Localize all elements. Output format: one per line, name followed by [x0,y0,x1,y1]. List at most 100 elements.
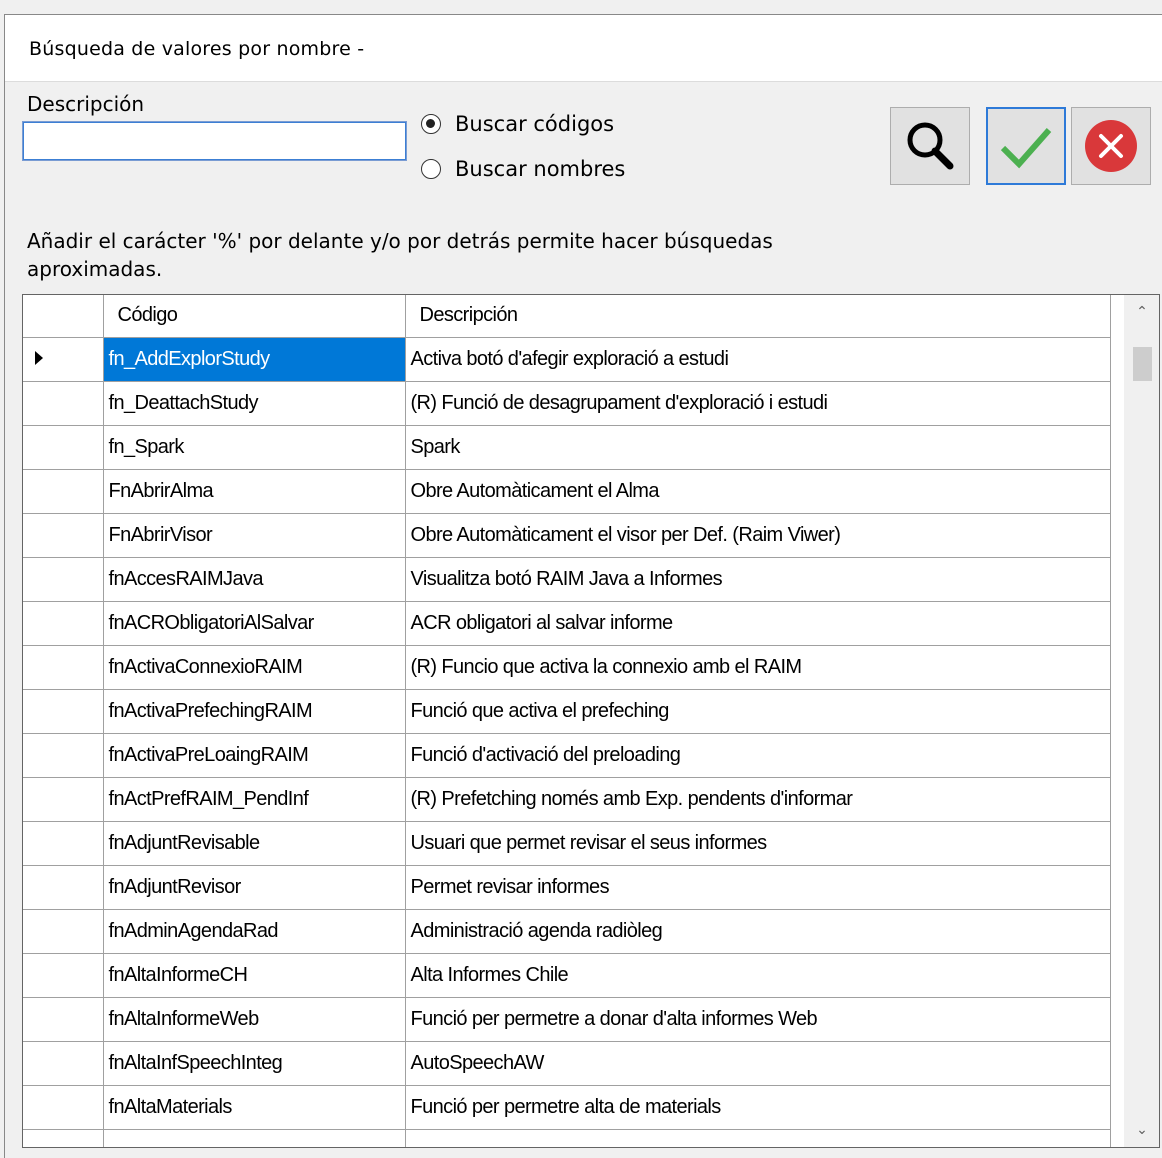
cell-code[interactable]: fnAltaInformeWeb [103,997,406,1042]
magnifier-icon [907,122,954,170]
row-header[interactable] [23,689,104,734]
cell-code[interactable]: fnAdjuntRevisor [103,865,406,910]
cell-description[interactable]: Obre Automàticament el visor per Def. (R… [405,513,1111,558]
row-header[interactable] [23,425,104,470]
cell-code[interactable]: fnAccesRAIMJava [103,557,406,602]
table-row[interactable]: fnActivaPrefechingRAIM Funció que activa … [23,689,1111,734]
row-header[interactable] [23,337,104,382]
row-header[interactable] [23,1041,104,1086]
row-header[interactable] [23,557,104,602]
results-table: Código Descripción fn_AddExplorStudy Acti… [23,295,1111,1147]
cell-description[interactable]: Funció per permetre a donar d'alta infor… [405,997,1111,1042]
radio-indicator-unchecked[interactable] [421,159,441,179]
search-button[interactable] [890,107,970,185]
cell-code[interactable]: fnAdjuntRevisable [103,821,406,866]
cancel-icon [1085,120,1137,172]
cell-code[interactable]: fn_DeattachStudy [103,381,406,426]
row-header[interactable] [23,909,104,954]
row-header[interactable] [23,469,104,514]
radio-indicator-checked[interactable] [421,114,441,134]
results-grid[interactable]: Código Descripción fn_AddExplorStudy Acti… [22,294,1160,1148]
cancel-button[interactable] [1071,107,1151,185]
cell-description[interactable]: AutoSpeechAW [405,1041,1111,1086]
row-header[interactable] [23,733,104,778]
row-header[interactable] [23,645,104,690]
row-header[interactable] [23,513,104,558]
cell-code[interactable]: fnActivaConnexioRAIM [103,645,406,690]
search-hint: Añadir el carácter '%' por delante y/o p… [27,229,773,281]
cell-code[interactable]: fn_Spark [103,425,406,470]
cell-code[interactable]: FnAbrirVisor [103,513,406,558]
cell-description[interactable]: Visualitza botó RAIM Java a Informes [405,557,1111,602]
cell-description[interactable]: (R) Prefetching només amb Exp. pendents … [405,777,1111,822]
scroll-down-arrow-icon[interactable]: ⌄ [1125,1113,1159,1147]
window-title: Búsqueda de valores por nombre - [29,38,365,60]
cell-description[interactable]: Alta Informes Chile [405,953,1111,998]
radio-search-names[interactable]: Buscar nombres [421,157,625,181]
scroll-thumb[interactable] [1133,347,1152,381]
cell-description[interactable]: Funció que activa el prefeching [405,689,1111,734]
radio-search-names-label: Buscar nombres [455,157,626,181]
column-header-code[interactable]: Código [103,295,406,338]
table-row[interactable]: fnAdjuntRevisable Usuari que permet revis… [23,821,1111,866]
cell-description[interactable]: Permet revisar informes [405,865,1111,910]
table-row[interactable]: fn_Spark Spark [23,425,1111,470]
cell-description[interactable]: Administració agenda radiòleg [405,909,1111,954]
row-header[interactable] [23,601,104,646]
row-header[interactable] [23,1129,104,1147]
row-header[interactable] [23,997,104,1042]
table-row[interactable]: fn_AddExplorStudy Activa botó d'afegir ex… [23,337,1111,382]
table-row[interactable]: fnActivaPreLoaingRAIM Funció d'activació … [23,733,1111,778]
cell-code[interactable] [103,1129,406,1147]
radio-search-codes[interactable]: Buscar códigos [421,112,614,136]
cell-description[interactable]: (R) Funció de desagrupament d'exploració… [405,381,1111,426]
cell-code[interactable]: fnACRObligatoriAlSalvar [103,601,406,646]
column-header-description[interactable]: Descripción [405,295,1111,338]
row-header[interactable] [23,821,104,866]
cell-description[interactable]: Funció per permetre alta de materials [405,1085,1111,1130]
cell-code[interactable]: fnActPrefRAIM_PendInf [103,777,406,822]
table-row[interactable]: fn_DeattachStudy (R) Funció de desagrupam… [23,381,1111,426]
cell-description[interactable]: Obre Automàticament el Alma [405,469,1111,514]
row-header[interactable] [23,1085,104,1130]
table-row[interactable]: fnActivaConnexioRAIM (R) Funcio que activ… [23,645,1111,690]
title-bar: Búsqueda de valores por nombre - [5,15,1162,82]
search-dialog: Búsqueda de valores por nombre - Descrip… [4,14,1162,1158]
vertical-scrollbar[interactable]: ⌃ ⌄ [1124,295,1159,1147]
accept-button[interactable] [986,107,1066,185]
cell-code[interactable]: fnActivaPreLoaingRAIM [103,733,406,778]
table-row[interactable]: fnAltaInformeCH Alta Informes Chile [23,953,1111,998]
scroll-up-arrow-icon[interactable]: ⌃ [1125,295,1159,329]
cell-description[interactable]: ACR obligatori al salvar informe [405,601,1111,646]
table-row[interactable]: FnAbrirAlma Obre Automàticament el Alma [23,469,1111,514]
table-row[interactable]: fnActPrefRAIM_PendInf (R) Prefetching nom… [23,777,1111,822]
table-row[interactable]: fnAdminAgendaRad Administració agenda rad… [23,909,1111,954]
description-label: Descripción [27,92,145,116]
cell-description[interactable]: (R) Funcio que activa la connexio amb el… [405,645,1111,690]
cell-description[interactable]: Spark [405,425,1111,470]
table-row[interactable]: fnAltaInformeWeb Funció per permetre a do… [23,997,1111,1042]
row-header[interactable] [23,777,104,822]
cell-code[interactable]: fnAltaMaterials [103,1085,406,1130]
cell-description[interactable] [405,1129,1111,1147]
table-row[interactable]: fnAltaInfSpeechInteg AutoSpeechAW [23,1041,1111,1086]
cell-code[interactable]: fnAltaInformeCH [103,953,406,998]
cell-code[interactable]: fnAdminAgendaRad [103,909,406,954]
table-row[interactable]: fnAdjuntRevisor Permet revisar informes [23,865,1111,910]
table-row[interactable]: fnAccesRAIMJava Visualitza botó RAIM Java… [23,557,1111,602]
table-row[interactable] [23,1129,1111,1147]
cell-code[interactable]: fnAltaInfSpeechInteg [103,1041,406,1086]
cell-description[interactable]: Usuari que permet revisar el seus inform… [405,821,1111,866]
cell-code[interactable]: fnActivaPrefechingRAIM [103,689,406,734]
table-row[interactable]: FnAbrirVisor Obre Automàticament el visor… [23,513,1111,558]
cell-description[interactable]: Activa botó d'afegir exploració a estudi [405,337,1111,382]
description-input[interactable] [22,121,407,161]
cell-code[interactable]: FnAbrirAlma [103,469,406,514]
row-header[interactable] [23,953,104,998]
cell-description[interactable]: Funció d'activació del preloading [405,733,1111,778]
cell-code[interactable]: fn_AddExplorStudy [103,337,406,382]
row-header[interactable] [23,381,104,426]
row-header[interactable] [23,865,104,910]
table-row[interactable]: fnACRObligatoriAlSalvar ACR obligatori al… [23,601,1111,646]
table-row[interactable]: fnAltaMaterials Funció per permetre alta … [23,1085,1111,1130]
